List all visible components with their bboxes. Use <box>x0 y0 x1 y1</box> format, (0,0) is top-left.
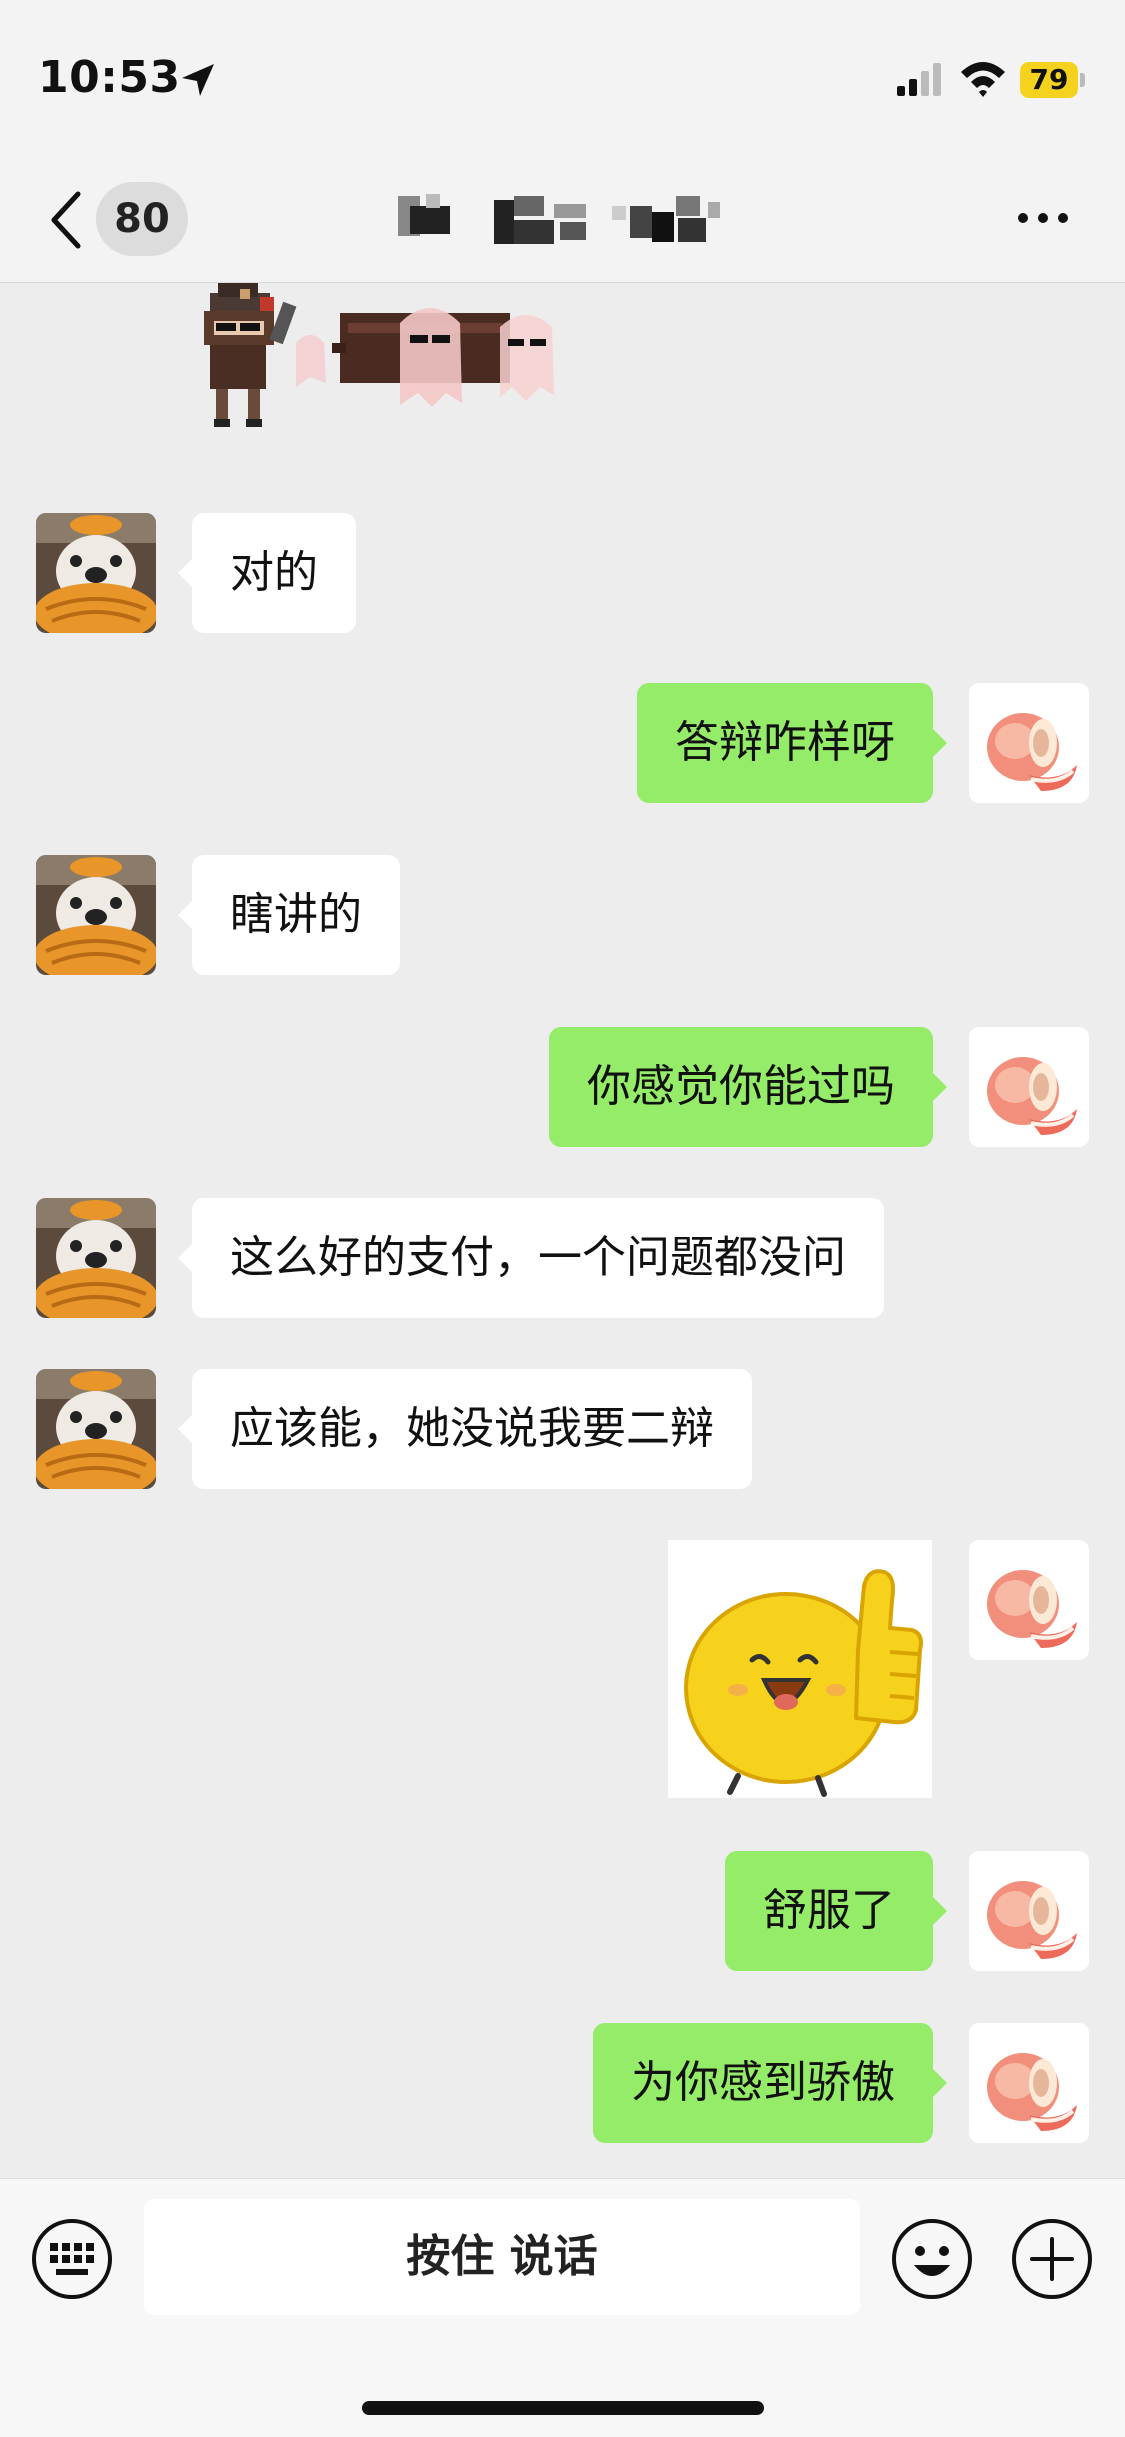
chat-nav-bar: 80 <box>0 160 1125 283</box>
dog-avatar-image <box>36 1198 156 1318</box>
plus-icon[interactable] <box>1010 2217 1094 2301</box>
contact-avatar[interactable] <box>36 513 156 633</box>
message-list[interactable]: 对的 答辩咋样呀 瞎讲的 你感觉你能过吗 这么好的支付，一个问题都没问 应该能，… <box>0 283 1125 2178</box>
status-time: 10:53 <box>38 52 181 103</box>
message-bubble[interactable]: 舒服了 <box>725 1851 947 1971</box>
emoji-icon[interactable] <box>890 2217 974 2301</box>
my-avatar[interactable] <box>969 1540 1089 1660</box>
thumbs-up-smiley-sticker[interactable] <box>668 1540 932 1798</box>
input-bar: 按住 说话 <box>0 2178 1125 2437</box>
message-bubble[interactable]: 瞎讲的 <box>178 855 400 975</box>
location-arrow-icon <box>182 64 214 96</box>
peach-avatar-image <box>969 1851 1089 1971</box>
hold-to-talk-button[interactable]: 按住 说话 <box>144 2199 860 2315</box>
peach-avatar-image <box>969 683 1089 803</box>
keyboard-icon[interactable] <box>30 2217 114 2301</box>
my-avatar[interactable] <box>969 1851 1089 1971</box>
contact-avatar[interactable] <box>36 855 156 975</box>
pixel-art-sticker[interactable] <box>200 283 600 443</box>
cellular-signal-icon <box>897 63 941 96</box>
contact-avatar[interactable] <box>36 1369 156 1489</box>
dog-avatar-image <box>36 1369 156 1489</box>
status-bar: 10:53 79 <box>0 0 1125 160</box>
message-bubble[interactable]: 应该能，她没说我要二辩 <box>178 1369 752 1489</box>
my-avatar[interactable] <box>969 683 1089 803</box>
peach-avatar-image <box>969 2023 1089 2143</box>
contact-avatar[interactable] <box>36 1198 156 1318</box>
message-bubble[interactable]: 答辩咋样呀 <box>637 683 947 803</box>
peach-avatar-image <box>969 1027 1089 1147</box>
chevron-left-icon[interactable] <box>48 190 84 250</box>
unread-count-badge[interactable]: 80 <box>96 182 188 256</box>
thumbs-up-smiley-icon <box>668 1540 932 1798</box>
message-bubble[interactable]: 为你感到骄傲 <box>593 2023 947 2143</box>
my-avatar[interactable] <box>969 2023 1089 2143</box>
message-bubble[interactable]: 你感觉你能过吗 <box>549 1027 947 1147</box>
message-bubble[interactable]: 这么好的支付，一个问题都没问 <box>178 1198 884 1318</box>
battery-cap <box>1080 73 1085 87</box>
chat-title-pixelated <box>390 186 740 254</box>
message-bubble[interactable]: 对的 <box>178 513 356 633</box>
my-avatar[interactable] <box>969 1027 1089 1147</box>
battery-indicator: 79 <box>1020 62 1078 98</box>
dog-avatar-image <box>36 513 156 633</box>
peach-avatar-image <box>969 1540 1089 1660</box>
more-icon[interactable] <box>1015 210 1071 226</box>
dog-avatar-image <box>36 855 156 975</box>
wifi-icon <box>961 62 1005 97</box>
home-indicator[interactable] <box>362 2401 764 2415</box>
